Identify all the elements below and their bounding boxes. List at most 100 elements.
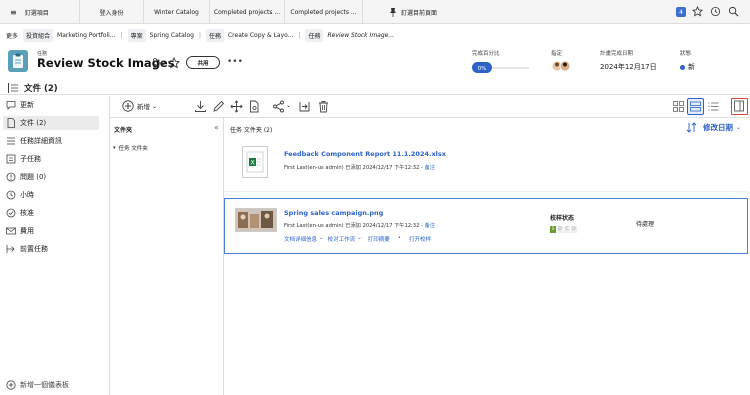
card-view-button[interactable] — [687, 98, 704, 115]
status-label: 狀態 — [680, 51, 692, 57]
top-tab-1[interactable]: 登入身份 — [80, 0, 144, 24]
task-header: 任務 Review Stock Images 共用 ••• 完成百分比 0% 指… — [0, 46, 750, 80]
document-name[interactable]: Feedback Component Report 11.1.2024.xlsx — [284, 150, 446, 158]
new-button[interactable]: 新增 ⌄ — [122, 100, 157, 112]
search-icon[interactable] — [728, 6, 739, 17]
document-name[interactable]: Spring sales campaign.png — [284, 209, 383, 217]
print-summary-link[interactable]: 打印摘要 — [368, 235, 390, 243]
sidebar-item-hours[interactable]: 小時 — [3, 188, 99, 202]
pinned-menu[interactable]: ≡ 釘選項目 — [0, 0, 80, 24]
percent-complete-value: 0% — [478, 66, 487, 72]
sort-icon — [686, 122, 697, 133]
details-panel-toggle[interactable] — [731, 98, 748, 115]
status-badge[interactable]: 新 — [680, 62, 695, 72]
document-details-link[interactable]: 文档详细信息 — [284, 235, 317, 243]
sort-control[interactable]: 修改日期 ⌄ — [686, 122, 741, 133]
pinned-menu-label: 釘選項目 — [24, 9, 49, 17]
star-icon[interactable] — [692, 6, 703, 17]
breadcrumb: 更多 投資組合 Marketing Portfoli... | 專案 Sprin… — [0, 25, 750, 45]
sidebar-item-approvals[interactable]: 核准 — [3, 206, 99, 220]
card-view-icon — [690, 101, 701, 112]
sidebar-item-issues[interactable]: 問題 (0) — [3, 170, 99, 184]
favorite-star-icon[interactable] — [168, 57, 180, 69]
sidebar-item-task-details[interactable]: 任務詳細資訊 — [3, 134, 99, 148]
document-card[interactable]: X Feedback Component Report 11.1.2024.xl… — [224, 138, 748, 192]
history-icon[interactable] — [710, 6, 721, 17]
breadcrumb-more[interactable]: 更多 — [6, 31, 18, 40]
approval-icon — [6, 208, 16, 218]
subtask-icon — [6, 154, 16, 164]
more-options-icon[interactable]: ••• — [227, 57, 243, 67]
proof-status-steps: S D C D — [550, 226, 578, 233]
planned-date-value[interactable]: 2024年12月17日 — [600, 62, 657, 72]
document-icon — [7, 118, 15, 128]
sidebar-item-subtasks[interactable]: 子任務 — [3, 152, 99, 166]
add-circle-icon — [6, 380, 16, 390]
approval-status-value: 待處理 — [636, 221, 655, 228]
document-search-icon[interactable] — [248, 100, 261, 113]
download-icon[interactable] — [194, 100, 207, 113]
share-button[interactable]: 共用 — [186, 56, 220, 69]
hierarchy-icon[interactable] — [153, 58, 165, 68]
image-thumbnail — [235, 208, 277, 232]
share-chevron-icon[interactable]: ⌄ — [286, 102, 291, 109]
proof-step: S — [550, 226, 556, 233]
share-icon[interactable] — [272, 100, 285, 113]
edit-icon[interactable] — [212, 100, 225, 113]
folder-item[interactable]: ▾ 任务 文件夹 — [113, 144, 148, 152]
add-dashboard-button[interactable]: 新增一個儀表板 — [3, 378, 99, 392]
breadcrumb-type-project: 專案 — [127, 28, 146, 42]
move-icon[interactable] — [230, 100, 243, 113]
sidebar-item-predecessors[interactable]: 前置任務 — [3, 242, 99, 256]
top-bar: ≡ 釘選項目 登入身份 Winter Catalog Completed pro… — [0, 0, 750, 24]
expense-icon — [6, 227, 16, 235]
status-dot-icon — [680, 64, 685, 70]
issue-icon — [6, 172, 16, 182]
assignee-avatars[interactable] — [551, 60, 573, 72]
chevron-down-icon: ⌄ — [736, 124, 742, 131]
collapse-folders-icon[interactable]: « — [214, 123, 219, 132]
breadcrumb-parent-task[interactable]: Create Copy & Layo... — [228, 32, 293, 39]
notification-badge[interactable]: 4 — [676, 7, 686, 17]
percent-complete-bar[interactable]: 0% — [472, 62, 530, 73]
send-to-icon[interactable] — [298, 100, 311, 113]
pin-page-button[interactable]: 釘選目前頁面 — [368, 0, 458, 24]
section-header: 文件 (2) — [0, 80, 750, 95]
predecessor-icon — [6, 245, 15, 253]
breadcrumb-project[interactable]: Spring Catalog — [150, 32, 194, 39]
percent-complete-label: 完成百分比 — [472, 51, 500, 57]
top-tab-2[interactable]: Winter Catalog — [144, 0, 210, 24]
breadcrumb-portfolio[interactable]: Marketing Portfoli... — [57, 32, 116, 39]
proof-step: D — [557, 226, 563, 233]
sidebar: 更新 文件 (2) 任務詳細資訊 子任務 問題 (0) 小時 核准 費用 前置任… — [0, 96, 110, 395]
list-view-icon[interactable] — [707, 100, 720, 113]
proof-workflow-link[interactable]: 校对工作流 — [328, 235, 356, 243]
sidebar-item-expenses[interactable]: 費用 — [3, 224, 99, 238]
grid-view-icon[interactable] — [672, 100, 685, 113]
hamburger-icon: ≡ — [10, 7, 17, 17]
open-proof-link[interactable]: 打开校样 — [409, 235, 431, 243]
sidebar-item-documents[interactable]: 文件 (2) — [3, 116, 99, 130]
documents-toolbar: 新增 ⌄ ⌄ — [110, 96, 750, 118]
svg-text:X: X — [250, 160, 254, 167]
proof-status-label: 校样状态 — [550, 215, 575, 222]
breadcrumb-type-portfolio: 投資組合 — [23, 28, 54, 42]
proof-step: C — [564, 226, 570, 233]
document-note-link[interactable]: 备注 — [425, 165, 435, 171]
chevron-down-icon: ⌄ — [152, 102, 158, 110]
document-actions: 文档详细信息 ⌄ 校对工作流 ⌄ 打印摘要 • 打开校样 — [284, 235, 432, 243]
document-note-link[interactable]: 备注 — [425, 223, 435, 229]
breadcrumb-type-task: 任務 — [205, 28, 224, 42]
documents-breadcrumb: 任务 文件夹 (2) — [230, 127, 273, 134]
excel-thumbnail: X — [242, 146, 268, 178]
collapse-panel-icon[interactable] — [8, 83, 19, 93]
planned-date-label: 計畫完成日期 — [600, 51, 634, 57]
comment-icon — [6, 101, 16, 110]
document-card-selected[interactable]: Spring sales campaign.png First Last(en-… — [224, 198, 748, 254]
trash-icon[interactable] — [317, 100, 330, 113]
caret-down-icon: ▾ — [113, 145, 116, 151]
sidebar-item-updates[interactable]: 更新 — [3, 98, 99, 112]
breadcrumb-current: Review Stock Image... — [327, 31, 395, 39]
top-tab-4[interactable]: Completed projects ... — [285, 0, 363, 24]
top-tab-3[interactable]: Completed projects ... — [210, 0, 285, 24]
